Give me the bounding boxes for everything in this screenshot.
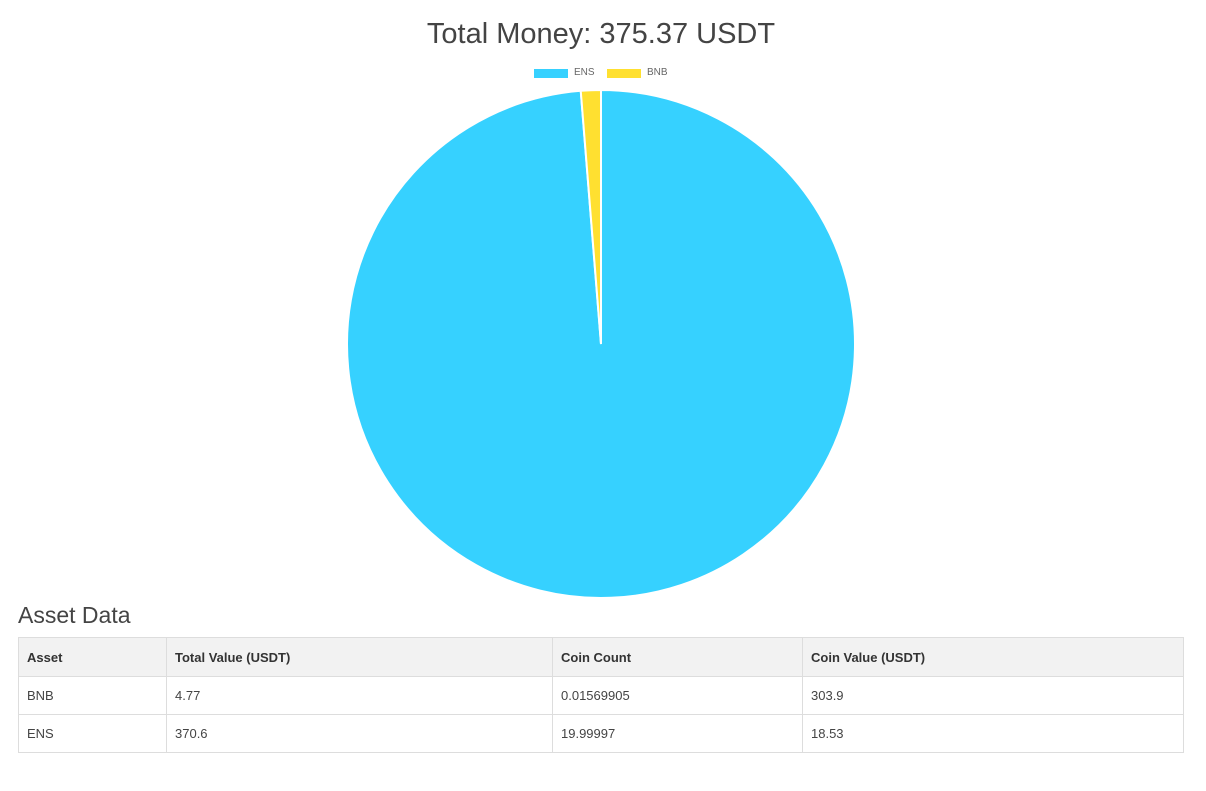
table-row: ENS 370.6 19.99997 18.53 (18, 714, 1184, 753)
section-title: Asset Data (18, 602, 131, 628)
header-coin-value: Coin Value (USDT) (802, 637, 1184, 677)
cell-coin-value: 18.53 (802, 714, 1184, 753)
legend-swatch-ens (534, 69, 568, 78)
cell-coin-value: 303.9 (802, 676, 1184, 715)
legend-label-bnb: BNB (647, 67, 668, 78)
chart-title: Total Money: 375.37 USDT (426, 18, 776, 50)
page: Total Money: 375.37 USDT ENS BNB Asset D… (0, 0, 1206, 791)
header-total-value: Total Value (USDT) (166, 637, 553, 677)
legend-swatch-bnb (607, 69, 641, 78)
cell-total-value: 4.77 (166, 676, 553, 715)
asset-table: Asset Total Value (USDT) Coin Count Coin… (18, 637, 1184, 753)
cell-asset: ENS (18, 714, 167, 753)
chart-legend: ENS BNB (0, 66, 1202, 82)
table-header-row: Asset Total Value (USDT) Coin Count Coin… (18, 637, 1184, 677)
cell-total-value: 370.6 (166, 714, 553, 753)
cell-coin-count: 0.01569905 (552, 676, 803, 715)
cell-asset: BNB (18, 676, 167, 715)
cell-coin-count: 19.99997 (552, 714, 803, 753)
table-row: BNB 4.77 0.01569905 303.9 (18, 676, 1184, 715)
pie-chart (346, 88, 856, 599)
legend-label-ens: ENS (574, 67, 595, 78)
header-asset: Asset (18, 637, 167, 677)
header-coin-count: Coin Count (552, 637, 803, 677)
